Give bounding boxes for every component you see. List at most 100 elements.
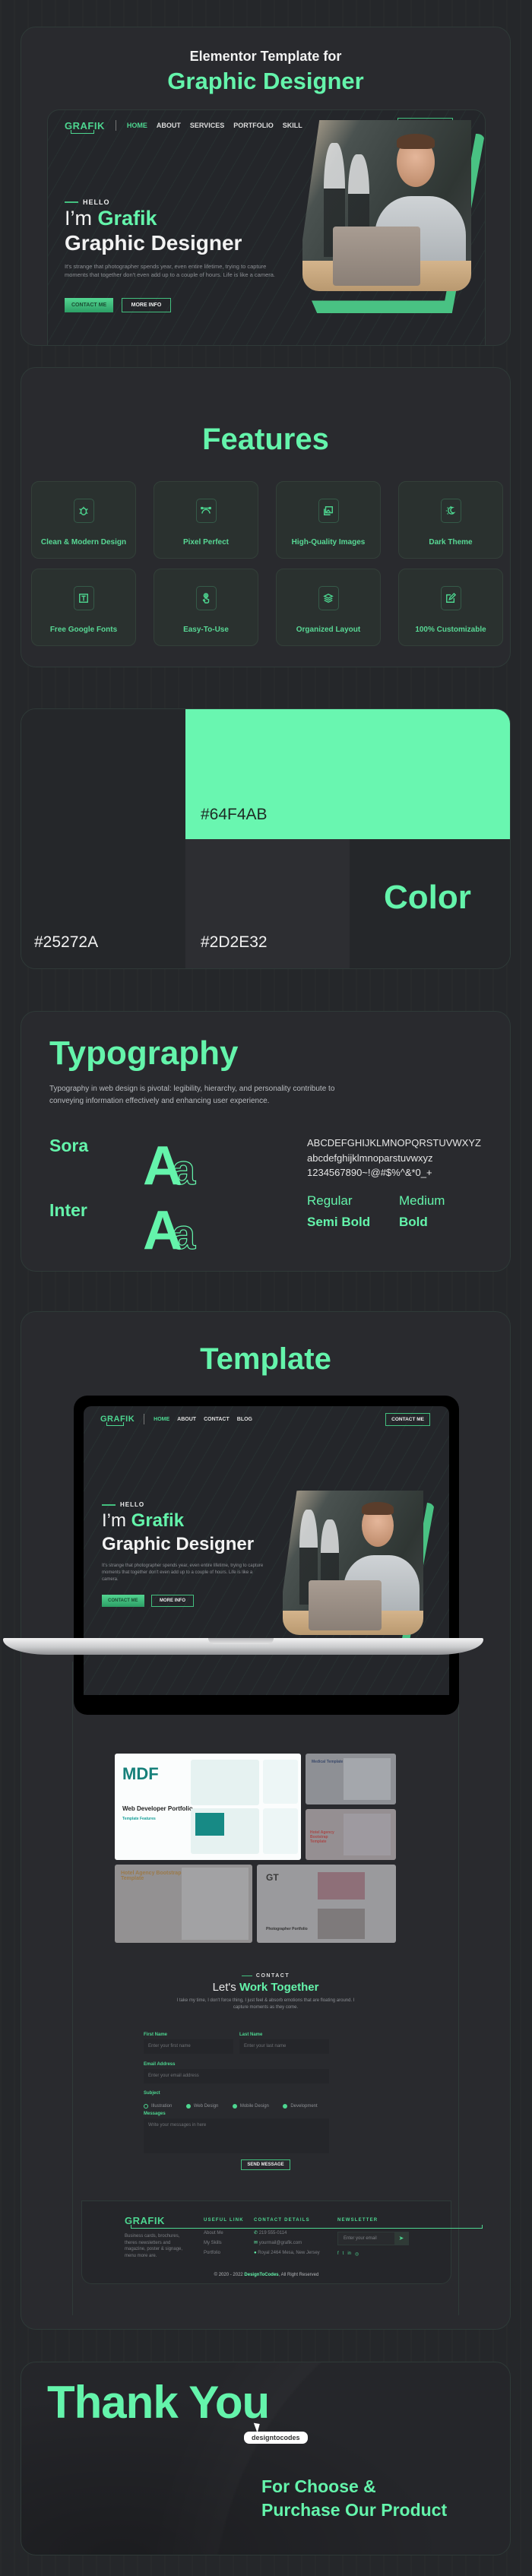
feature-card: 100% Customizable [398, 569, 503, 646]
hero-role: Graphic Designer [102, 1534, 255, 1554]
template-panel: Template PORTFOLIO Here Is My Latest Pro… [21, 1311, 511, 2330]
feature-card: Organized Layout [276, 569, 381, 646]
subject-radio[interactable]: Illustration [144, 2104, 172, 2109]
glyph-set: ABCDEFGHIJKLMNOPQRSTUVWXYZ abcdefghijklm… [307, 1136, 481, 1180]
typography-title: Typography [49, 1035, 239, 1072]
linkedin-icon[interactable]: in [347, 2251, 351, 2257]
project-card[interactable]: Hotel Agency Bootstrap Template [115, 1865, 252, 1943]
first-name-label: First Name [144, 2033, 168, 2037]
hero-greeting: I’m Grafik [102, 1510, 184, 1532]
footer-contact-heading: CONTACT DETAILS [254, 2218, 310, 2223]
uppercase-glyphs: ABCDEFGHIJKLMNOPQRSTUVWXYZ [307, 1137, 481, 1149]
project-card[interactable]: MDF Web Developer Portfolio Template Fea… [115, 1754, 301, 1860]
contact-sub: I take my time, I don't force thing, I j… [176, 1998, 355, 2010]
feature-label: Pixel Perfect [182, 538, 230, 547]
first-name-input[interactable]: Enter your first name [144, 2039, 233, 2054]
hero-photo [283, 1491, 435, 1653]
nav-services[interactable]: SERVICES [190, 122, 224, 129]
feature-card: Dark Theme [398, 481, 503, 559]
radio-label: Web Design [193, 2104, 219, 2109]
messages-group: Messages Write your messages in here [144, 2112, 329, 2153]
heading-plain: Let's [212, 1981, 236, 1994]
logo[interactable]: GRAFIK [100, 1415, 135, 1426]
layers-icon [318, 586, 339, 610]
thank-you-panel: Thank You For Choose & Purchase Our Prod… [21, 2362, 511, 2555]
nav-blog[interactable]: BLOG [237, 1417, 252, 1422]
hello-kicker: HELLO [102, 1501, 144, 1508]
hero-role: Graphic Designer [65, 231, 242, 255]
subject-radio[interactable]: Mobile Design [232, 2104, 269, 2109]
footer-phone: ✆ 219 555-0114 [254, 2229, 320, 2239]
twitter-icon[interactable]: t [343, 2251, 344, 2257]
hero-buttons: CONTACT ME MORE INFO [102, 1592, 195, 1607]
project-card[interactable]: Hotel Agency Bootstrap Template [306, 1809, 396, 1860]
svg-text:a: a [172, 1210, 196, 1255]
feature-card: Clean & Modern Design [31, 481, 136, 559]
mail-icon: ✉ [254, 2241, 258, 2246]
feature-label: 100% Customizable [415, 626, 486, 634]
hero-contact-button[interactable]: CONTACT ME [102, 1595, 144, 1607]
nav-portfolio[interactable]: PORTFOLIO [233, 122, 274, 129]
nav-contact[interactable]: CONTACT [204, 1417, 230, 1422]
copyright-suffix: , All Right Reserved [278, 2273, 319, 2277]
footer-link-about[interactable]: About Me [204, 2229, 223, 2239]
subject-label: Subject [144, 2091, 160, 2096]
project-subtitle: Template Features [122, 1817, 156, 1821]
project-title: Photographer Portfolio [266, 1927, 308, 1931]
newsletter-input[interactable]: Enter your email [338, 2236, 394, 2241]
swatch-accent: #64F4AB [185, 709, 510, 839]
copyright-brand[interactable]: DesignToCodes [244, 2273, 278, 2277]
copyright: © 2020 - 2022 DesignToCodes, All Right R… [82, 2273, 451, 2277]
subject-radio[interactable]: Development [283, 2104, 318, 2109]
send-plane-icon[interactable]: ➤ [394, 2232, 408, 2245]
logo[interactable]: GRAFIK [65, 120, 105, 134]
facebook-icon[interactable]: f [337, 2251, 339, 2257]
hero-buttons: CONTACT ME MORE INFO [65, 296, 172, 312]
moon-sun-icon [440, 499, 461, 523]
greeting-prefix: I’m [65, 207, 92, 230]
feature-label: Easy-To-Use [183, 626, 229, 634]
project-title: Web Developer Portfolio [122, 1805, 193, 1812]
send-message-button[interactable]: SEND MESSAGE [241, 2159, 290, 2170]
thank-you-line2: Purchase Our Product [261, 2500, 448, 2521]
hero-more-info-button[interactable]: MORE INFO [151, 1595, 195, 1607]
lowercase-glyphs: abcdefghijklmnoparstuvwxyz [307, 1152, 433, 1164]
thank-you-title: Thank You [47, 2377, 270, 2428]
header-title-line2: Graphic Designer [167, 68, 364, 94]
laptop-mockup: GRAFIK HOME ABOUT CONTACT BLOG CONTACT M… [74, 1396, 459, 1715]
nav-skill[interactable]: SKILL [283, 122, 302, 129]
project-brand: MDF [122, 1764, 159, 1783]
typography-description: Typography in web design is pivotal: leg… [49, 1085, 335, 1105]
nav-contact-button[interactable]: CONTACT ME [385, 1412, 430, 1426]
subject-radio[interactable]: Web Design [185, 2104, 219, 2109]
greeting-name: Grafik [97, 207, 157, 230]
last-name-input[interactable]: Enter your last name [239, 2039, 329, 2054]
nav-home[interactable]: HOME [127, 122, 147, 129]
hero-contact-button[interactable]: CONTACT ME [65, 298, 114, 312]
instagram-icon[interactable]: ◎ [355, 2251, 359, 2257]
nav-about[interactable]: ABOUT [177, 1417, 196, 1422]
swatch-hex: #25272A [34, 933, 99, 951]
project-title: Hotel Agency Bootstrap Template [310, 1830, 334, 1844]
email-input[interactable]: Enter your email address [144, 2069, 329, 2083]
radio-label: Mobile Design [239, 2104, 269, 2109]
weight-bold: Bold [399, 1215, 428, 1229]
footer-link-portfolio[interactable]: Portfolio [204, 2248, 223, 2258]
project-card[interactable]: Medical Template [306, 1754, 396, 1804]
messages-textarea[interactable]: Write your messages in here [144, 2118, 329, 2153]
swatch-grey: #2D2E32 [185, 839, 350, 968]
nav-home[interactable]: HOME [154, 1417, 169, 1422]
hero-greeting: I’m Grafik [65, 207, 157, 230]
social-icons: f t in ◎ [337, 2251, 359, 2257]
radio-label: Development [290, 2104, 318, 2109]
greeting-prefix: I’m [102, 1510, 126, 1531]
hero-preview: GRAFIK HOME ABOUT SERVICES PORTFOLIO SKI… [47, 109, 486, 345]
greeting-name: Grafik [131, 1510, 185, 1531]
footer-link-skills[interactable]: My Skills [204, 2239, 223, 2248]
project-card[interactable]: GT Photographer Portfolio [257, 1865, 396, 1943]
hero-more-info-button[interactable]: MORE INFO [121, 298, 172, 312]
weight-semibold: Semi Bold [307, 1215, 371, 1229]
nav-about[interactable]: ABOUT [157, 122, 181, 129]
template-title: Template [200, 1342, 331, 1376]
heading-accent: Work Together [239, 1981, 319, 1994]
